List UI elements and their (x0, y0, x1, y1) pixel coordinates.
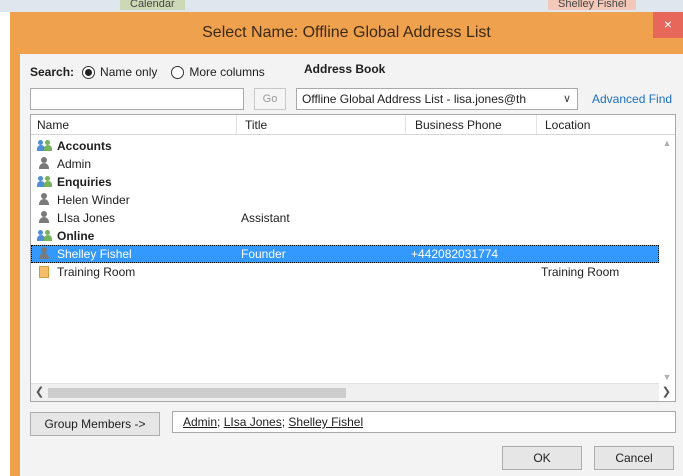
person-icon (37, 157, 53, 171)
horizontal-scrollbar[interactable]: ❮ ❯ (31, 383, 671, 401)
radio-unchecked-icon (171, 65, 185, 79)
name-cell: Admin (37, 155, 91, 173)
group-icon (37, 229, 53, 243)
contact-name: Training Room (57, 265, 136, 279)
person-icon (37, 247, 53, 261)
person-icon (37, 211, 53, 225)
list-item-selected[interactable]: Shelley Fishel Founder +442082031774 (31, 245, 659, 263)
name-cell: Helen Winder (37, 191, 130, 209)
column-header-name[interactable]: Name (37, 118, 69, 132)
go-button[interactable]: Go (254, 88, 286, 110)
search-label: Search: (30, 65, 75, 79)
column-header-location[interactable]: Location (545, 118, 590, 132)
list-item[interactable]: Helen Winder (31, 191, 659, 209)
group-members-button[interactable]: Group Members -> (30, 412, 160, 436)
contact-name: LIsa Jones (57, 211, 116, 225)
cancel-button[interactable]: Cancel (594, 446, 674, 470)
recipient[interactable]: LIsa Jones (224, 415, 282, 429)
recipient[interactable]: Shelley Fishel (288, 415, 363, 429)
contact-title: Founder (241, 247, 286, 261)
close-button[interactable]: × (653, 12, 683, 38)
scroll-right-icon[interactable]: ❯ (662, 385, 671, 398)
address-book-value: Offline Global Address List - lisa.jones… (302, 92, 527, 106)
list-header: Name Title Business Phone Location (31, 115, 675, 135)
contact-location: Training Room (541, 265, 620, 279)
address-book-label: Address Book (304, 62, 386, 76)
contact-name: Online (57, 229, 95, 243)
name-only-radio[interactable]: Name only (82, 65, 157, 79)
contact-title: Assistant (241, 211, 290, 225)
select-name-dialog: Select Name: Offline Global Address List… (10, 12, 683, 476)
contact-name: Accounts (57, 139, 112, 153)
radio-checked-icon (82, 65, 96, 79)
dialog-title: Select Name: Offline Global Address List (202, 24, 491, 41)
more-columns-label: More columns (189, 65, 265, 79)
address-list: Name Title Business Phone Location Accou… (30, 114, 676, 402)
search-options: Search: Name only More columns (30, 62, 279, 82)
contact-tab: Shelley Fishel (548, 0, 637, 10)
name-cell: LIsa Jones (37, 209, 115, 227)
host-window-strip: Calendar Shelley Fishel (0, 0, 683, 12)
contact-name: Enquiries (57, 175, 112, 189)
list-rows: Accounts Admin Enquiries Helen Winder LI… (31, 137, 659, 383)
room-icon (37, 265, 53, 279)
column-divider[interactable] (405, 115, 406, 134)
vertical-scrollbar[interactable]: ▲ ▼ (659, 136, 675, 384)
column-divider[interactable] (236, 115, 237, 134)
scroll-thumb[interactable] (48, 388, 346, 398)
more-columns-radio[interactable]: More columns (171, 65, 265, 79)
list-item[interactable]: Training Room Training Room (31, 263, 659, 281)
group-icon (37, 175, 53, 189)
calendar-tab: Calendar (120, 0, 185, 10)
name-cell: Accounts (37, 137, 112, 155)
list-item[interactable]: LIsa Jones Assistant (31, 209, 659, 227)
name-only-label: Name only (100, 65, 158, 79)
title-bar: Select Name: Offline Global Address List… (10, 12, 683, 54)
contact-name: Shelley Fishel (57, 247, 132, 261)
list-item[interactable]: Accounts (31, 137, 659, 155)
address-book-dropdown[interactable]: Offline Global Address List - lisa.jones… (296, 88, 578, 110)
name-cell: Enquiries (37, 173, 112, 191)
recipient-separator: ; (217, 415, 224, 429)
chevron-down-icon: ∨ (562, 93, 571, 105)
contact-phone: +442082031774 (411, 247, 499, 261)
column-header-title[interactable]: Title (245, 118, 267, 132)
list-item[interactable]: Enquiries (31, 173, 659, 191)
scroll-down-icon[interactable]: ▼ (659, 372, 675, 382)
dialog-body: Search: Name only More columns Address B… (20, 54, 683, 476)
scroll-left-icon[interactable]: ❮ (35, 385, 44, 398)
name-cell: Training Room (37, 263, 135, 281)
search-input[interactable] (30, 88, 244, 110)
list-item[interactable]: Online (31, 227, 659, 245)
group-icon (37, 139, 53, 153)
ok-button[interactable]: OK (502, 446, 582, 470)
recipient[interactable]: Admin (183, 415, 217, 429)
name-cell: Shelley Fishel (37, 245, 132, 263)
selected-recipients-field[interactable]: Admin; LIsa Jones; Shelley Fishel (172, 411, 676, 433)
advanced-find-link[interactable]: Advanced Find (592, 92, 672, 106)
person-icon (37, 193, 53, 207)
list-item[interactable]: Admin (31, 155, 659, 173)
column-divider[interactable] (536, 115, 537, 134)
column-header-phone[interactable]: Business Phone (415, 118, 502, 132)
contact-name: Admin (57, 157, 92, 171)
contact-name: Helen Winder (57, 193, 130, 207)
name-cell: Online (37, 227, 94, 245)
scroll-up-icon[interactable]: ▲ (659, 138, 675, 148)
